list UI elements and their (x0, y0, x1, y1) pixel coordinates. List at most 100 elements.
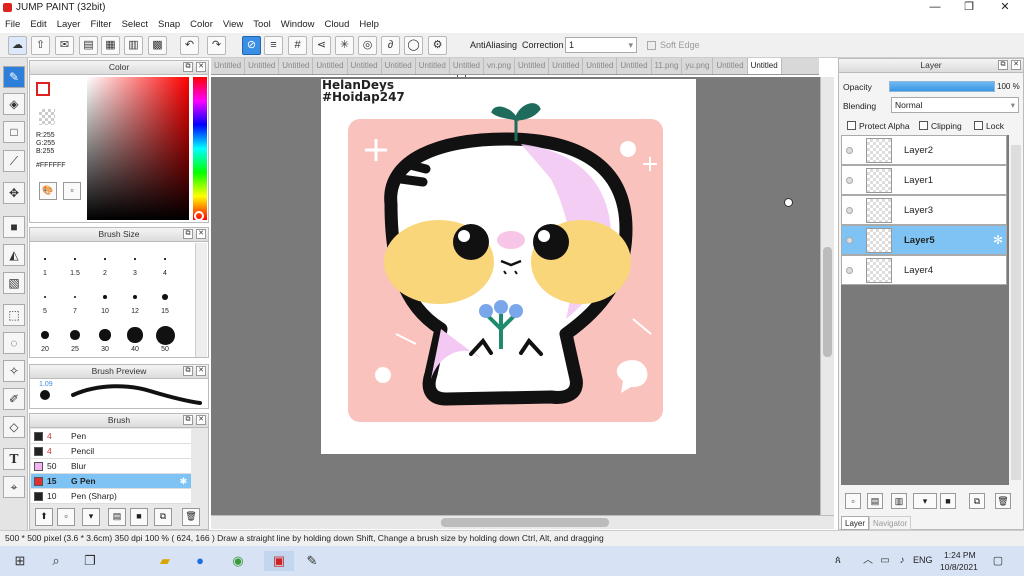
menu-layer[interactable]: Layer (52, 16, 86, 33)
cloud-brush-icon[interactable]: ⬆ (35, 508, 53, 526)
gear-icon[interactable]: ✻ (180, 474, 187, 488)
snap-off-icon[interactable]: ⊘ (242, 36, 261, 55)
brush-size-option[interactable]: 5 (30, 286, 60, 315)
layer-menu-icon[interactable]: ▾ (913, 493, 937, 509)
layer-folder-icon[interactable]: ■ (940, 493, 956, 509)
tab-document[interactable]: Untitled (279, 58, 314, 74)
eye-icon[interactable] (846, 147, 853, 154)
panel-close-icon[interactable]: ✕ (1011, 60, 1021, 70)
minimize-button[interactable]: — (918, 0, 952, 16)
radial-snap-icon[interactable]: ✳ (335, 36, 354, 55)
notification-icon[interactable]: ▢ (988, 551, 1008, 571)
softedge-checkbox[interactable] (647, 41, 656, 50)
selection-pen-tool-icon[interactable]: ✐ (3, 388, 25, 410)
layer-row[interactable]: Layer2 (841, 135, 1007, 165)
brush-item-pen[interactable]: 4 Pen (31, 429, 191, 444)
tab-navigator[interactable]: Navigator (869, 516, 912, 530)
redo-icon[interactable]: ↷ (207, 36, 226, 55)
trash-icon[interactable]: 🗑 (182, 508, 200, 526)
vertical-scrollbar-thumb[interactable] (823, 247, 832, 357)
page-icon[interactable]: ▥ (124, 36, 143, 55)
new-brush-icon[interactable]: ▫ (57, 508, 75, 526)
eraser-tool-icon[interactable]: ◈ (3, 93, 25, 115)
bucket-tool-icon[interactable]: ◭ (3, 244, 25, 266)
layer-row-selected[interactable]: Layer5 ✻ (841, 225, 1007, 255)
panel-close-icon[interactable]: ✕ (196, 366, 206, 376)
curve-snap-icon[interactable]: ∂ (381, 36, 400, 55)
menu-file[interactable]: File (0, 16, 25, 33)
file-explorer-icon[interactable]: ▰ (155, 551, 175, 571)
panel-float-icon[interactable]: ⧉ (998, 60, 1008, 70)
panel-float-icon[interactable]: ⧉ (183, 229, 193, 239)
eye-icon[interactable] (846, 177, 853, 184)
hue-handle[interactable] (194, 211, 204, 221)
new-layer-icon[interactable]: ▫ (845, 493, 861, 509)
horizontal-scrollbar-thumb[interactable] (441, 518, 609, 527)
tab-document[interactable]: Untitled (549, 58, 584, 74)
text-tool-icon[interactable]: T (3, 448, 25, 470)
layer-row[interactable]: Layer4 (841, 255, 1007, 285)
gear-icon[interactable]: ✻ (993, 233, 1003, 247)
parallel-snap-icon[interactable]: ≡ (264, 36, 283, 55)
panel-close-icon[interactable]: ✕ (196, 415, 206, 425)
jump-paint-taskbar-icon[interactable]: ▣ (264, 551, 294, 571)
lock-checkbox[interactable] (974, 121, 983, 130)
close-button[interactable]: ✕ (988, 0, 1022, 16)
clock-time[interactable]: 1:24 PM (944, 550, 976, 560)
trash-icon[interactable]: 🗑 (995, 493, 1011, 509)
brush-size-option[interactable]: 7 (60, 286, 90, 315)
people-icon[interactable]: ጰ (828, 551, 848, 571)
correction-select[interactable]: 1 ▾ (565, 37, 637, 53)
move-tool-icon[interactable]: ✥ (3, 182, 25, 204)
panel-float-icon[interactable]: ⧉ (183, 366, 193, 376)
color-history-icon[interactable]: ▫ (63, 182, 81, 200)
windows-start-icon[interactable]: ⊞ (10, 551, 30, 571)
brush-size-option[interactable]: 3 (120, 248, 150, 277)
menu-view[interactable]: View (218, 16, 248, 33)
tab-document[interactable]: Untitled (348, 58, 382, 74)
browser-icon[interactable]: ◉ (228, 551, 248, 571)
clipping-checkbox[interactable] (919, 121, 928, 130)
tab-document[interactable]: Untitled (617, 58, 652, 74)
eye-icon[interactable] (846, 207, 853, 214)
ellipse-snap-icon[interactable]: ◯ (404, 36, 423, 55)
tab-document[interactable]: Untitled (747, 58, 782, 74)
tab-document[interactable]: Untitled (583, 58, 618, 74)
brush-size-option[interactable]: 25 (60, 324, 90, 353)
clock-date[interactable]: 10/8/2021 (940, 562, 978, 572)
protect-alpha-checkbox[interactable] (847, 121, 856, 130)
layer-list-scrollbar[interactable] (1011, 145, 1021, 480)
hue-slider[interactable] (193, 77, 207, 220)
menu-filter[interactable]: Filter (85, 16, 116, 33)
tab-document[interactable]: Untitled (450, 58, 484, 74)
tab-document[interactable]: Untitled (416, 58, 450, 74)
settings-snap-icon[interactable]: ⚙ (428, 36, 447, 55)
comment-icon[interactable]: ✉ (55, 36, 74, 55)
drawing-canvas[interactable]: HelanDeys #Hoidap247 (321, 79, 696, 454)
circle-snap-icon[interactable]: ◎ (358, 36, 377, 55)
brush-menu-icon[interactable]: ▾ (82, 508, 100, 526)
menu-cloud[interactable]: Cloud (320, 16, 355, 33)
primary-color-swatch[interactable] (36, 82, 50, 96)
tab-document[interactable]: Untitled (382, 58, 416, 74)
brush-size-option[interactable]: 1 (30, 248, 60, 277)
pen-tool-icon[interactable]: ✎ (3, 66, 25, 88)
brush-size-option[interactable]: 15 (150, 286, 180, 315)
tab-layer[interactable]: Layer (841, 516, 870, 530)
select-tool-icon[interactable]: ⬚ (3, 304, 25, 326)
search-icon[interactable]: ⌕ (46, 551, 66, 571)
grid-icon[interactable]: ▩ (148, 36, 167, 55)
fill-rect-tool-icon[interactable]: ■ (3, 216, 25, 238)
brush-folder-icon[interactable]: ■ (130, 508, 148, 526)
tab-document[interactable]: Untitled (515, 58, 550, 74)
brush-size-option[interactable]: 4 (150, 248, 180, 277)
undo-icon[interactable]: ↶ (180, 36, 199, 55)
eyedropper-tool-icon[interactable]: ⌖ (3, 476, 25, 498)
brush-item-g-pen[interactable]: 15 G Pen ✻ (31, 474, 191, 489)
document-icon[interactable]: ▦ (101, 36, 120, 55)
brush-item-pencil[interactable]: 4 Pencil (31, 444, 191, 459)
layer-row[interactable]: Layer3 (841, 195, 1007, 225)
palette-icon[interactable]: 🎨 (39, 182, 57, 200)
maximize-button[interactable]: ❐ (952, 0, 986, 16)
gradient-tool-icon[interactable]: ▧ (3, 272, 25, 294)
